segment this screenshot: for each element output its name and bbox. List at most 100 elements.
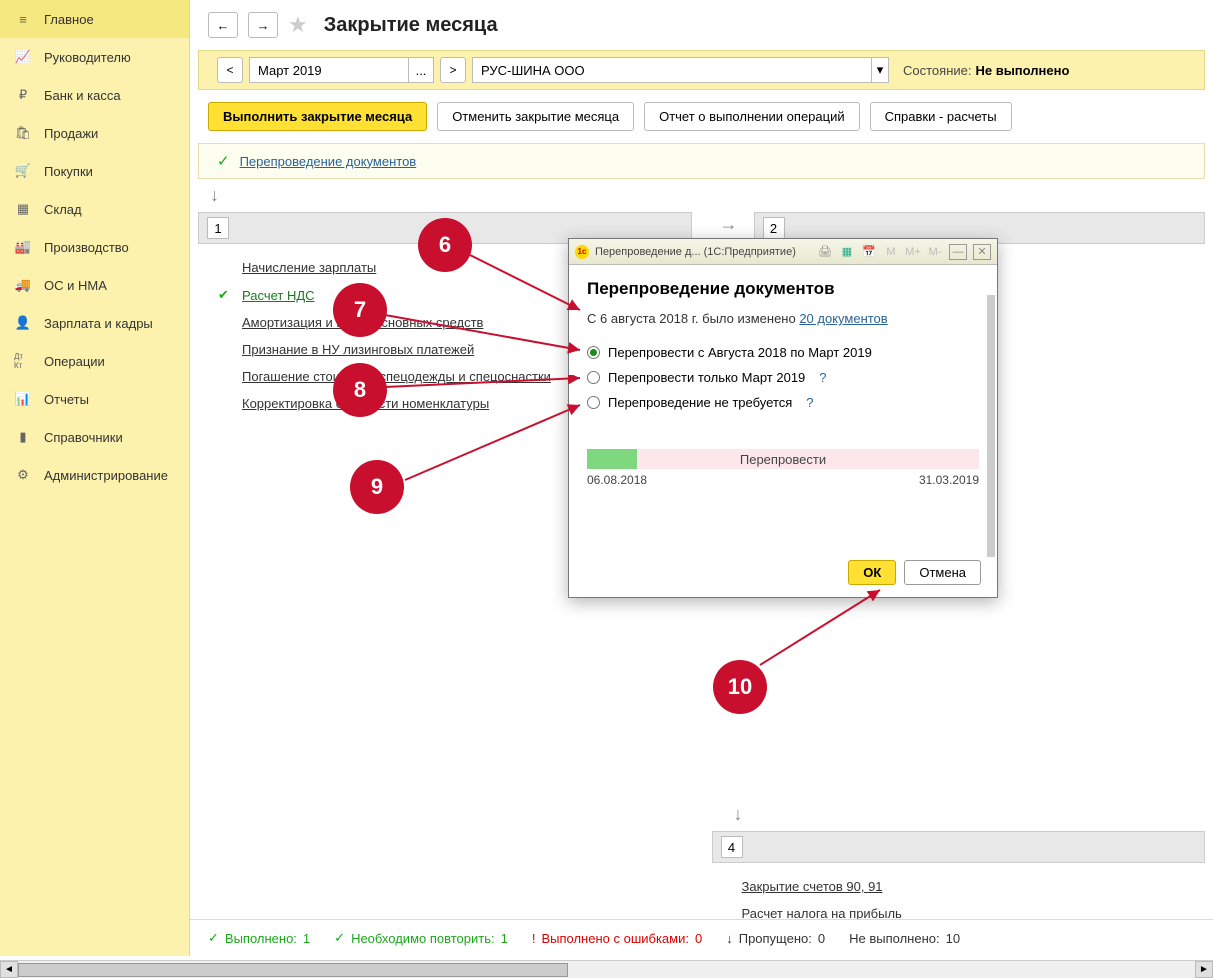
- nav-back-button[interactable]: ←: [208, 12, 238, 38]
- radio-option-1[interactable]: Перепровести с Августа 2018 по Март 2019: [587, 340, 979, 365]
- sidebar-item-references[interactable]: ▮ Справочники: [0, 418, 189, 456]
- favorite-star-icon[interactable]: ★: [288, 12, 308, 38]
- status-repeat-label: Необходимо повторить:: [351, 931, 495, 946]
- status-repeat-count: 1: [501, 931, 508, 946]
- modal-title: Перепроведение д... (1С:Предприятие): [595, 246, 811, 258]
- radio-option-2[interactable]: Перепровести только Март 2019?: [587, 365, 979, 390]
- sidebar-item-warehouse[interactable]: ▦Склад: [0, 190, 189, 228]
- error-icon: !: [532, 931, 536, 946]
- radio-button[interactable]: [587, 396, 600, 409]
- operations-report-button[interactable]: Отчет о выполнении операций: [644, 102, 860, 131]
- help-icon[interactable]: ?: [819, 370, 826, 385]
- period-month-input[interactable]: Март 2019: [249, 57, 409, 83]
- sidebar-item-manager[interactable]: 📈Руководителю: [0, 38, 189, 76]
- scroll-thumb[interactable]: [18, 963, 568, 977]
- date-to: 31.03.2019: [919, 473, 979, 487]
- calendar-icon[interactable]: 📅: [861, 244, 877, 260]
- calc-icon[interactable]: ▦: [839, 244, 855, 260]
- annotation-badge-7: 7: [333, 283, 387, 337]
- operation-link[interactable]: Расчет НДС: [242, 288, 315, 303]
- period-picker-button[interactable]: ...: [408, 57, 434, 83]
- cart-icon: 🛒: [14, 162, 32, 180]
- sidebar-item-label: Продажи: [44, 126, 98, 141]
- scroll-left-button[interactable]: ◄: [0, 961, 18, 978]
- sidebar-item-label: Справочники: [44, 430, 123, 445]
- person-icon: 👤: [14, 314, 32, 332]
- sidebar-item-label: Отчеты: [44, 392, 89, 407]
- action-bar: Выполнить закрытие месяца Отменить закры…: [190, 90, 1213, 143]
- radio-button[interactable]: [587, 346, 600, 359]
- bars-icon: 📊: [14, 390, 32, 408]
- annotation-badge-9: 9: [350, 460, 404, 514]
- section-4-wrap: ↓ 4 Закрытие счетов 90, 91 Расчет налога…: [712, 804, 1206, 927]
- arrow-right-icon: →: [720, 214, 738, 235]
- status-notdone-count: 10: [946, 931, 960, 946]
- sidebar-item-label: Банк и касса: [44, 88, 121, 103]
- annotation-badge-6: 6: [418, 218, 472, 272]
- close-button[interactable]: ✕: [973, 244, 991, 260]
- check-icon: ✓: [334, 930, 345, 946]
- period-next-button[interactable]: >: [440, 57, 466, 83]
- progress-label: Перепровести: [740, 452, 826, 467]
- truck-icon: 🚚: [14, 276, 32, 294]
- modal-titlebar[interactable]: 1c Перепроведение д... (1С:Предприятие) …: [569, 239, 997, 265]
- modal-docs-link[interactable]: 20 документов: [799, 311, 887, 326]
- horizontal-scrollbar[interactable]: ◄ ►: [0, 960, 1213, 978]
- modal-scrollbar[interactable]: [987, 295, 995, 557]
- operation-item: Закрытие счетов 90, 91: [742, 873, 1206, 900]
- sidebar-item-sales[interactable]: 🛍Продажи: [0, 114, 189, 152]
- operation-link[interactable]: Начисление зарплаты: [242, 260, 376, 275]
- sidebar-item-production[interactable]: 🏭Производство: [0, 228, 189, 266]
- sidebar-item-purchases[interactable]: 🛒Покупки: [0, 152, 189, 190]
- arrow-down-icon: ↓: [210, 185, 1193, 206]
- menu-icon: ≡: [14, 10, 32, 28]
- m-plus-button[interactable]: M+: [905, 244, 921, 260]
- scroll-track[interactable]: [18, 961, 1195, 978]
- execute-close-button[interactable]: Выполнить закрытие месяца: [208, 102, 427, 131]
- nav-forward-button[interactable]: →: [248, 12, 278, 38]
- references-calc-button[interactable]: Справки - расчеты: [870, 102, 1012, 131]
- sidebar-item-reports[interactable]: 📊 Отчеты: [0, 380, 189, 418]
- section-number: 4: [721, 836, 743, 858]
- print-icon[interactable]: 🖨: [817, 244, 833, 260]
- sidebar: ≡Главное 📈Руководителю ₽ Банк и касса 🛍Пр…: [0, 0, 190, 956]
- progress-fill: [587, 449, 637, 469]
- repost-bar: ✓ Перепроведение документов: [198, 143, 1205, 179]
- status-done-label: Выполнено:: [225, 931, 297, 946]
- m-button[interactable]: M: [883, 244, 899, 260]
- sidebar-item-operations[interactable]: Дт КтОперации: [0, 342, 189, 380]
- status-errors-label: Выполнено с ошибками:: [541, 931, 689, 946]
- modal-scroll-thumb[interactable]: [987, 295, 995, 557]
- status-value: Не выполнено: [975, 63, 1069, 78]
- m-minus-button[interactable]: M-: [927, 244, 943, 260]
- scroll-right-button[interactable]: ►: [1195, 961, 1213, 978]
- org-dropdown-button[interactable]: ▾: [871, 57, 889, 83]
- sidebar-item-admin[interactable]: ⚙Администрирование: [0, 456, 189, 494]
- operation-link[interactable]: Признание в НУ лизинговых платежей: [242, 342, 474, 357]
- org-input[interactable]: РУС-ШИНА ООО: [472, 57, 872, 83]
- status-label: Состояние:: [903, 63, 971, 78]
- check-icon: ✓: [208, 930, 219, 946]
- radio-option-3[interactable]: Перепроведение не требуется?: [587, 390, 979, 415]
- ok-button[interactable]: ОК: [848, 560, 896, 585]
- cancel-button[interactable]: Отмена: [904, 560, 981, 585]
- sidebar-item-main[interactable]: ≡Главное: [0, 0, 189, 38]
- period-prev-button[interactable]: <: [217, 57, 243, 83]
- minimize-button[interactable]: —: [949, 244, 967, 260]
- date-from: 06.08.2018: [587, 473, 647, 487]
- book-icon: ▮: [14, 428, 32, 446]
- progress-bar: Перепровести: [587, 449, 979, 469]
- sidebar-item-label: Операции: [44, 354, 105, 369]
- radio-label: Перепроведение не требуется: [608, 395, 792, 410]
- cancel-close-button[interactable]: Отменить закрытие месяца: [437, 102, 634, 131]
- sidebar-item-label: Администрирование: [44, 468, 168, 483]
- operation-link[interactable]: Закрытие счетов 90, 91: [742, 879, 883, 894]
- operation-link[interactable]: Погашение стоимости спецодежды и спецосн…: [242, 369, 551, 384]
- radio-button[interactable]: [587, 371, 600, 384]
- sidebar-item-bank[interactable]: ₽ Банк и касса: [0, 76, 189, 114]
- sidebar-item-hr[interactable]: 👤Зарплата и кадры: [0, 304, 189, 342]
- help-icon[interactable]: ?: [806, 395, 813, 410]
- repost-link[interactable]: Перепроведение документов: [240, 154, 417, 169]
- ruble-icon: ₽: [14, 86, 32, 104]
- sidebar-item-assets[interactable]: 🚚ОС и НМА: [0, 266, 189, 304]
